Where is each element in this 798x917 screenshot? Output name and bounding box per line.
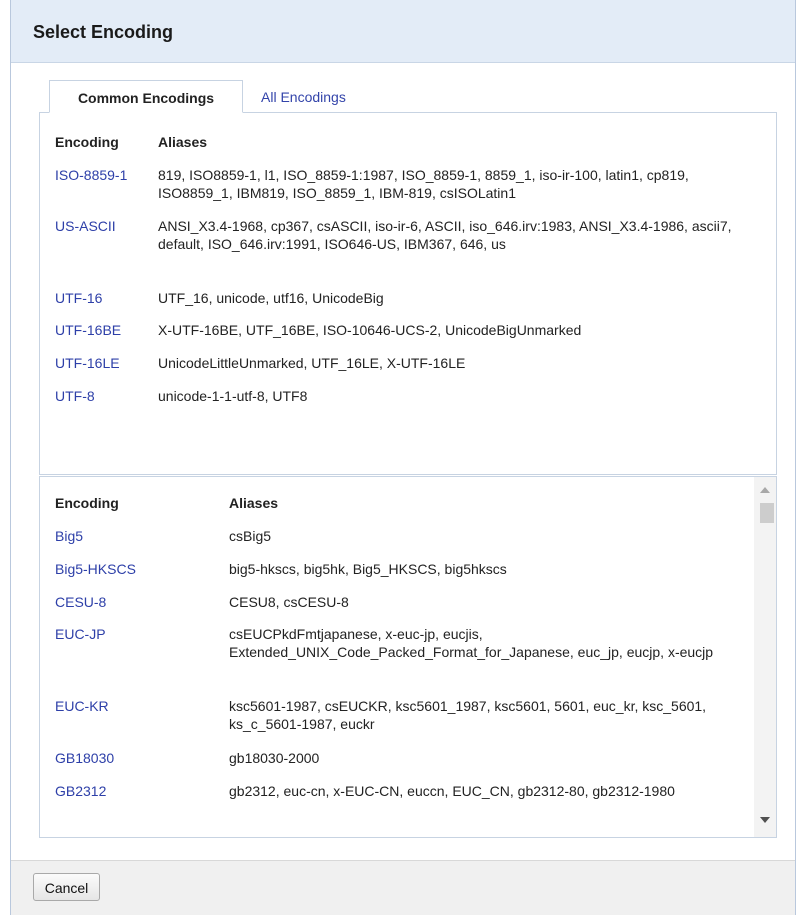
header-encoding: Encoding (55, 495, 119, 511)
encoding-link[interactable]: US-ASCII (55, 217, 116, 235)
dialog-body: Common Encodings All Encodings Encoding … (11, 63, 795, 860)
dialog-footer: Cancel (11, 860, 795, 915)
common-encodings-table: Encoding Aliases ISO-8859-1 819, ISO8859… (39, 112, 777, 475)
scrollbar-thumb[interactable] (760, 503, 774, 523)
encoding-link[interactable]: Big5-HKSCS (55, 560, 136, 578)
all-encodings-table: Encoding Aliases Big5 csBig5 Big5-HKSCS … (39, 476, 777, 838)
aliases-text: ANSI_X3.4-1968, cp367, csASCII, iso-ir-6… (158, 218, 732, 252)
encoding-link[interactable]: UTF-16LE (55, 354, 120, 372)
encoding-link[interactable]: EUC-JP (55, 625, 106, 643)
tab-all-encodings[interactable]: All Encodings (261, 80, 346, 113)
aliases-text: big5-hkscs, big5hk, Big5_HKSCS, big5hksc… (229, 561, 507, 577)
aliases-text: gb2312, euc-cn, x-EUC-CN, euccn, EUC_CN,… (229, 783, 675, 799)
encoding-link[interactable]: UTF-16 (55, 289, 102, 307)
tab-common-encodings[interactable]: Common Encodings (49, 80, 243, 113)
encoding-link[interactable]: GB18030 (55, 749, 114, 767)
aliases-text: csBig5 (229, 528, 272, 544)
header-aliases: Aliases (158, 134, 208, 150)
aliases-text: gb18030-2000 (229, 750, 320, 766)
cancel-button[interactable]: Cancel (33, 873, 100, 901)
dialog-title: Select Encoding (33, 22, 174, 42)
encoding-link[interactable]: ISO-8859-1 (55, 166, 127, 184)
aliases-text: UTF_16, unicode, utf16, UnicodeBig (158, 290, 384, 306)
aliases-text: CESU8, csCESU-8 (229, 594, 349, 610)
header-aliases: Aliases (229, 495, 279, 511)
aliases-text: 819, ISO8859-1, l1, ISO_8859-1:1987, ISO… (158, 167, 689, 201)
scroll-down-icon[interactable] (760, 817, 770, 823)
aliases-text: unicode-1-1-utf-8, UTF8 (158, 388, 308, 404)
aliases-text: csEUCPkdFmtjapanese, x-euc-jp, eucjis, E… (229, 626, 714, 660)
encoding-link[interactable]: UTF-8 (55, 387, 95, 405)
aliases-text: X-UTF-16BE, UTF_16BE, ISO-10646-UCS-2, U… (158, 322, 582, 338)
aliases-text: UnicodeLittleUnmarked, UTF_16LE, X-UTF-1… (158, 355, 466, 371)
aliases-text: ksc5601-1987, csEUCKR, ksc5601_1987, ksc… (229, 698, 707, 732)
select-encoding-dialog: Select Encoding Common Encodings All Enc… (10, 0, 796, 915)
dialog-title-bar: Select Encoding (11, 0, 795, 63)
encoding-link[interactable]: GB2312 (55, 782, 106, 800)
encoding-link[interactable]: Big5 (55, 527, 83, 545)
encoding-link[interactable]: CESU-8 (55, 593, 106, 611)
encoding-link[interactable]: EUC-KR (55, 697, 109, 715)
header-encoding: Encoding (55, 134, 119, 150)
encoding-link[interactable]: UTF-16BE (55, 321, 121, 339)
vertical-scrollbar[interactable] (754, 477, 776, 837)
scroll-up-icon[interactable] (760, 487, 770, 493)
